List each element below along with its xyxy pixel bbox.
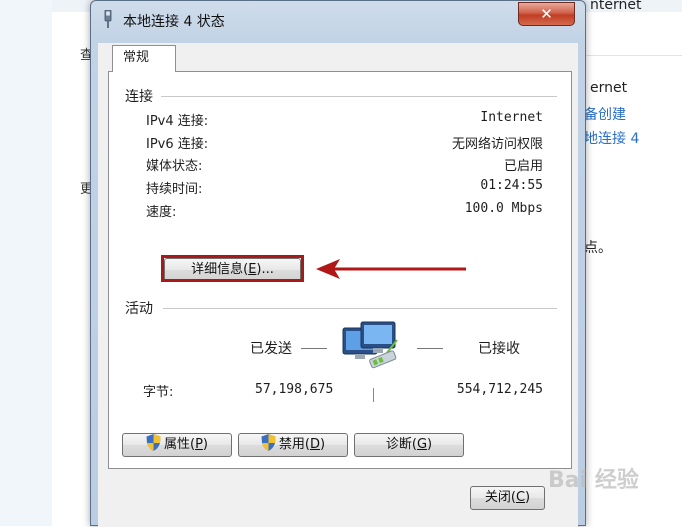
diagnose-button[interactable]: 诊断(G)	[354, 433, 464, 457]
sent-dash	[301, 348, 327, 349]
diagnose-button-label: 诊断	[385, 437, 412, 452]
bytes-sent-value: 57,198,675	[255, 382, 334, 397]
background-sidebar	[0, 0, 53, 526]
activity-separator	[373, 388, 374, 402]
properties-button-label: 属性	[163, 437, 190, 452]
background-text-3: 点。	[584, 240, 612, 256]
network-cable-icon	[104, 10, 112, 28]
background-text-internet-2: ernet	[590, 80, 628, 96]
connection-group-label: 连接	[125, 89, 153, 105]
close-window-button[interactable]: ✕	[518, 2, 575, 26]
disable-mnemonic: D	[310, 437, 321, 452]
title-bar[interactable]: 本地连接 4 状态 ✕	[91, 1, 585, 37]
dialog-body: 常规 连接 IPv4 连接: Internet IPv6 连接: 无网络访问权限…	[98, 43, 578, 527]
annotation-arrow	[316, 259, 466, 279]
disable-button-label: 禁用	[278, 437, 305, 452]
speed-label: 速度:	[146, 205, 177, 220]
diagnose-mnemonic: G	[416, 437, 428, 452]
ipv4-label: IPv4 连接:	[146, 114, 209, 129]
activity-group-divider	[163, 308, 557, 309]
status-dialog: 本地连接 4 状态 ✕ 常规 连接 IPv4 连接: Internet IPv6…	[90, 0, 586, 527]
duration-value: 01:24:55	[480, 178, 543, 193]
duration-label: 持续时间:	[146, 182, 203, 197]
close-button[interactable]: 关闭(C)	[470, 486, 545, 510]
media-state-value: 已启用	[503, 159, 543, 174]
dialog-title: 本地连接 4 状态	[123, 14, 225, 30]
annotation-highlight-box	[161, 255, 304, 282]
tab-page-general: 连接 IPv4 连接: Internet IPv6 连接: 无网络访问权限 媒体…	[108, 71, 572, 469]
close-button-label: 关闭	[484, 490, 511, 505]
bytes-received-value: 554,712,245	[456, 382, 543, 397]
disable-button[interactable]: 禁用(D)	[238, 433, 348, 457]
background-link-create[interactable]: 备创建	[584, 104, 626, 124]
background-divider	[582, 55, 682, 56]
uac-shield-icon	[146, 434, 161, 451]
ipv6-value: 无网络访问权限	[451, 137, 543, 152]
network-activity-icon	[342, 321, 398, 369]
ipv6-label: IPv6 连接:	[146, 137, 209, 152]
close-mnemonic: C	[515, 490, 526, 505]
activity-group-label: 活动	[125, 301, 153, 317]
background-link-connection[interactable]: 地连接 4	[584, 128, 639, 148]
tab-general[interactable]: 常规	[112, 45, 176, 72]
sent-label: 已发送	[250, 341, 292, 357]
uac-shield-icon	[261, 434, 276, 451]
speed-value: 100.0 Mbps	[464, 201, 543, 216]
properties-button[interactable]: 属性(P)	[122, 433, 232, 457]
ipv4-value: Internet	[480, 110, 543, 125]
background-text-internet-1: nternet	[590, 0, 642, 13]
watermark-logo: Bai 经验	[548, 468, 639, 493]
properties-mnemonic: P	[195, 437, 203, 452]
bytes-label: 字节:	[143, 385, 174, 400]
media-state-label: 媒体状态:	[146, 159, 203, 174]
connection-group-divider	[161, 96, 557, 97]
received-label: 已接收	[478, 341, 520, 357]
